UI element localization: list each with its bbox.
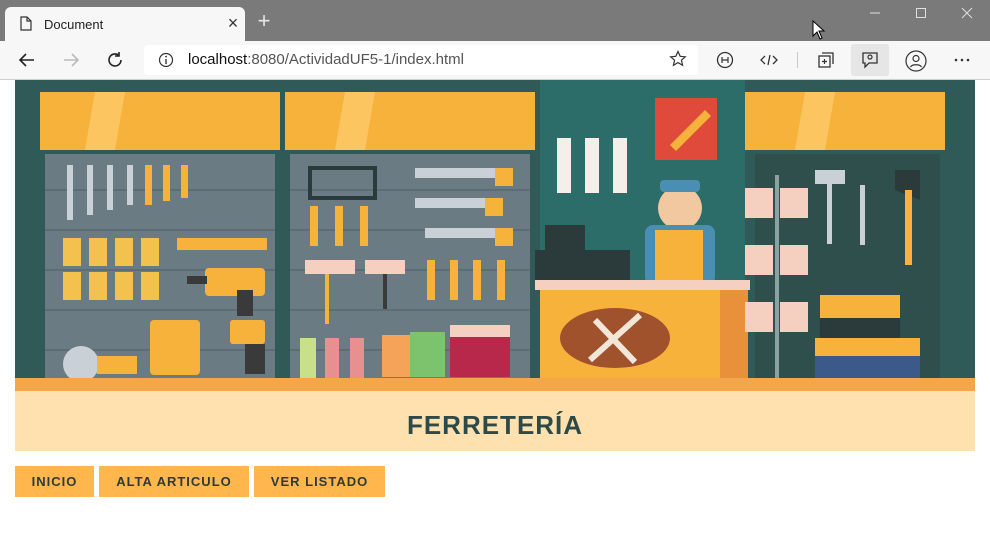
info-icon[interactable]	[158, 52, 174, 68]
awning	[40, 92, 945, 150]
url-text[interactable]: localhost:8080/ActividadUF5-1/index.html	[188, 51, 464, 68]
page-header: FERRETERÍA	[15, 391, 975, 451]
back-arrow-icon[interactable]	[17, 50, 37, 70]
document-icon	[20, 16, 32, 31]
page-title: FERRETERÍA	[406, 410, 584, 440]
title-bar: Document × +	[0, 0, 990, 41]
extension-button-active[interactable]	[851, 44, 889, 76]
close-window-icon[interactable]	[955, 5, 979, 25]
more-menu-icon[interactable]	[952, 50, 972, 70]
browser-tab[interactable]: Document ×	[5, 7, 245, 41]
refresh-icon[interactable]	[105, 50, 125, 70]
hardware-store-banner	[15, 80, 975, 391]
new-tab-icon[interactable]: +	[253, 10, 275, 32]
immersive-reader-icon[interactable]	[715, 50, 735, 70]
mouse-cursor-icon	[812, 20, 826, 40]
nav-ver-listado-button[interactable]: VER LISTADO	[254, 466, 385, 497]
maximize-icon[interactable]	[909, 5, 933, 25]
dev-code-icon[interactable]	[759, 50, 779, 70]
nav-inicio-button[interactable]: INICIO	[15, 466, 94, 497]
nav-alta-articulo-button[interactable]: ALTA ARTICULO	[99, 466, 249, 497]
feedback-icon	[862, 52, 878, 69]
address-bar[interactable]: localhost:8080/ActividadUF5-1/index.html	[144, 45, 698, 75]
minimize-icon[interactable]	[863, 5, 887, 25]
tab-title: Document	[44, 17, 104, 32]
profile-avatar-icon[interactable]	[905, 50, 927, 72]
close-tab-icon[interactable]: ×	[224, 14, 242, 32]
forward-arrow-icon[interactable]	[61, 50, 81, 70]
collections-icon[interactable]	[816, 50, 836, 70]
hardware-store-illustration	[15, 80, 975, 391]
favorite-star-icon[interactable]	[668, 50, 688, 70]
browser-toolbar: localhost:8080/ActividadUF5-1/index.html	[0, 41, 990, 80]
toolbar-separator	[797, 52, 798, 68]
